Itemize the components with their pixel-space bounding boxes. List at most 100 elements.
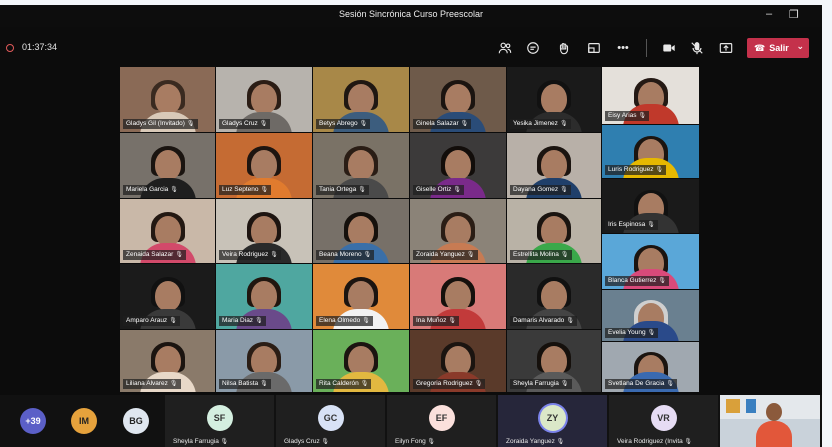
participant-card[interactable]: GC Gladys Cruz 🎙 (276, 395, 385, 447)
participant-name: Gladys Gil (Invitado) (126, 120, 185, 127)
minimize-icon[interactable]: – (766, 8, 772, 20)
leave-button[interactable]: ☎ Salir ⌄ (747, 38, 809, 58)
participant-name: Gladys Cruz (222, 120, 258, 127)
participant-name: Blanca Gutierrez (608, 277, 657, 284)
participant-name: Damaris Alvarado (513, 317, 565, 324)
avatar-initials: BG (129, 416, 143, 426)
avatar-initials: GC (323, 413, 338, 423)
video-tile[interactable]: Giselle Ortiz 🎙 (410, 133, 507, 199)
video-tile[interactable]: Gladys Cruz 🎙 (216, 67, 313, 133)
participant-name: Luris Rodriguez (608, 166, 654, 173)
video-tile[interactable]: Luz Septeno 🎙 (216, 133, 313, 199)
video-tile[interactable]: Gregoria Rodriguez 🎙 (410, 330, 507, 393)
mic-icon: 🎙 (270, 252, 278, 258)
video-tile[interactable]: Rita Calderón 🎙 (313, 330, 410, 393)
participant-card[interactable]: SF Sheyla Farrugia 🎙 (165, 395, 274, 447)
mic-icon: 🎙 (169, 381, 178, 387)
participant-name: Estrellita Molina (513, 251, 559, 258)
video-tile[interactable]: Estrellita Molina 🎙 (507, 199, 602, 264)
video-tile[interactable]: Svetlana De Gracia 🎙 (602, 342, 700, 393)
video-tile[interactable]: Veira Rodriguez 🎙 (216, 199, 313, 264)
participant-face (541, 83, 567, 114)
chevron-down-icon[interactable]: ⌄ (796, 41, 804, 52)
mic-icon: 🎙 (260, 187, 269, 193)
breakout-rooms-icon[interactable] (585, 39, 603, 57)
video-tile[interactable]: Sheyla Farrugia 🎙 (507, 330, 602, 393)
chat-icon[interactable] (524, 39, 542, 57)
participant-card[interactable]: EF Eilyn Fong 🎙 (387, 395, 496, 447)
participant-name: Evelia Young (608, 329, 646, 336)
reactions-icon[interactable] (555, 39, 573, 57)
participant-name: Ina Muñoz (416, 317, 447, 324)
participant-name-tag: Dayana Gomez 🎙 (510, 185, 571, 195)
avatar[interactable]: BG (123, 408, 149, 434)
video-tile[interactable]: Dayana Gomez 🎙 (507, 133, 602, 199)
participant-name: Elena Olmedo (319, 317, 361, 324)
participant-name-tag: Gladys Cruz 🎙 (219, 119, 271, 129)
mic-off-icon[interactable] (688, 39, 706, 57)
participant-name: Sheyla Farrugia (173, 438, 219, 445)
video-tile[interactable]: Liliana Alvarez 🎙 (120, 330, 216, 393)
participant-card-name: Veira Rodriguez (Invita 🎙 (617, 438, 692, 445)
toolbar-divider (646, 39, 647, 57)
participant-name-tag: Ina Muñoz 🎙 (413, 316, 459, 326)
camera-icon[interactable] (660, 39, 678, 57)
video-tile[interactable]: Beana Moreno 🎙 (313, 199, 410, 264)
window-title: Sesión Sincrónica Curso Preescolar (338, 9, 484, 19)
participant-name: Eisy Arias (608, 112, 637, 119)
mic-icon: 🎙 (359, 121, 368, 127)
participant-name-tag: Mariela Garcia 🎙 (123, 185, 181, 195)
participant-face (251, 215, 277, 246)
video-tile[interactable]: Mariela Garcia 🎙 (120, 133, 216, 199)
participant-name-tag: Yesika Jimenez 🎙 (510, 119, 571, 129)
maximize-icon[interactable]: ❐ (789, 8, 799, 21)
video-tile[interactable]: Zenaida Salazar 🎙 (120, 199, 216, 264)
participants-icon[interactable] (496, 39, 514, 57)
participant-name: Rita Calderón (319, 380, 359, 387)
mic-icon: 🎙 (647, 222, 655, 228)
avatar: SF (206, 405, 233, 431)
meeting-window: Sesión Sincrónica Curso Preescolar – ❐ 0… (0, 5, 822, 447)
participant-face (251, 149, 277, 180)
video-tile[interactable]: Damaris Alvarado 🎙 (507, 264, 602, 330)
video-tile[interactable]: Nilsa Batista 🎙 (216, 330, 313, 393)
participant-name-tag: Estrellita Molina 🎙 (510, 250, 572, 260)
video-tile[interactable]: Gladys Gil (Invitado) 🎙 (120, 67, 216, 133)
video-tile[interactable]: Elena Olmedo 🎙 (313, 264, 410, 330)
avatar[interactable]: IM (71, 408, 97, 434)
video-tile[interactable]: Eisy Arias 🎙 (602, 67, 700, 125)
participant-name: Mariela Garcia (126, 186, 169, 193)
video-tile[interactable]: Zoraida Yanguez 🎙 (410, 199, 507, 264)
more-options-icon[interactable]: ••• (614, 39, 632, 57)
participant-card[interactable]: VR Veira Rodriguez (Invita 🎙 (609, 395, 718, 447)
participant-face (251, 280, 277, 311)
participant-face (348, 215, 374, 246)
video-tile[interactable]: Amparo Arauz 🎙 (120, 264, 216, 330)
avatar-initials: VR (657, 413, 670, 423)
participant-name: Dayana Gomez (513, 186, 559, 193)
mic-icon: 🎙 (638, 113, 647, 119)
video-tile[interactable]: Yesika Jimenez 🎙 (507, 67, 602, 133)
participant-card-name: Zoraida Yanguez 🎙 (506, 438, 564, 445)
more-participants-badge[interactable]: +39 (20, 408, 46, 434)
participant-card[interactable]: ZY Zoraida Yanguez 🎙 (498, 395, 607, 447)
video-tile[interactable]: Ginela Salazar 🎙 (410, 67, 507, 133)
video-tile[interactable]: Luris Rodriguez 🎙 (602, 125, 700, 179)
video-tile[interactable]: Evelia Young 🎙 (602, 290, 700, 342)
participant-name-tag: Elena Olmedo 🎙 (316, 316, 373, 326)
video-tile[interactable]: Betys Abrego 🎙 (313, 67, 410, 133)
share-screen-icon[interactable] (717, 39, 735, 57)
participant-name-tag: Iris Espinosa 🎙 (605, 220, 658, 230)
mic-icon: 🎙 (559, 121, 568, 127)
video-tile[interactable]: Tania Ortega 🎙 (313, 133, 410, 199)
video-tile[interactable]: Maria Diaz 🎙 (216, 264, 313, 330)
participant-face (445, 83, 471, 114)
avatar: EF (428, 405, 455, 431)
participant-name-tag: Zenaida Salazar 🎙 (123, 250, 186, 260)
video-tile[interactable]: Iris Espinosa 🎙 (602, 179, 700, 234)
video-tile[interactable]: Blanca Gutierrez 🎙 (602, 234, 700, 290)
mic-icon: 🎙 (425, 439, 436, 445)
participant-name-tag: Rita Calderón 🎙 (316, 379, 372, 389)
video-tile[interactable]: Ina Muñoz 🎙 (410, 264, 507, 330)
avatar-initials: SF (213, 413, 226, 423)
